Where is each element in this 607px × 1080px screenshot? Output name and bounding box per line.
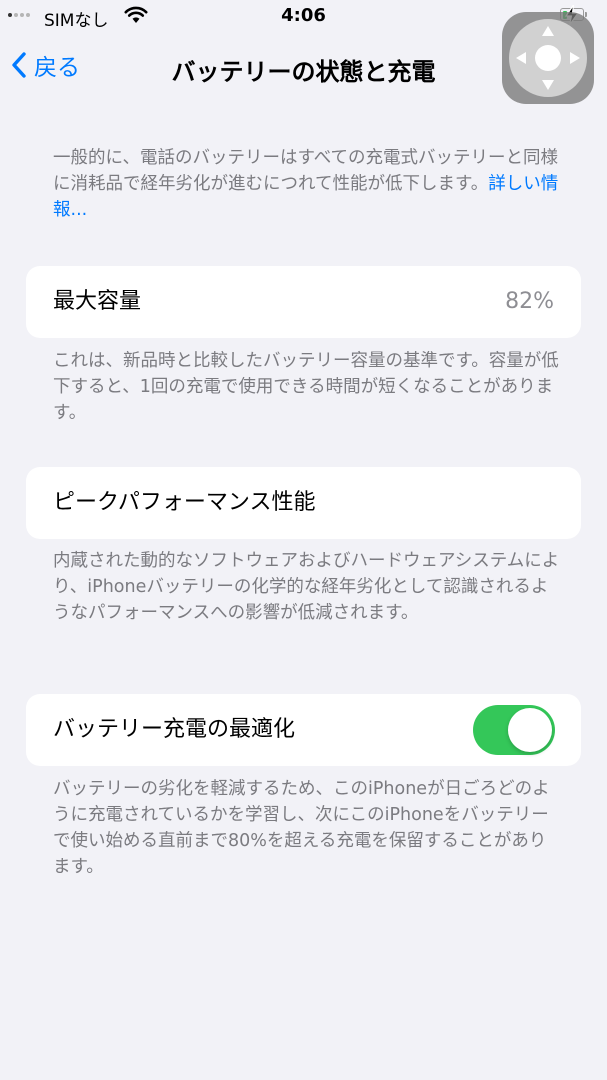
- optimized-charging-label: バッテリー充電の最適化: [53, 717, 296, 742]
- assistive-touch-icon: [509, 19, 587, 97]
- assistive-touch-button[interactable]: [502, 12, 594, 104]
- toggle-knob: [508, 708, 552, 752]
- battery-tip: [585, 12, 587, 17]
- intro-body: 一般的に、電話のバッテリーはすべての充電式バッテリーと同様に消耗品で経年劣化が進…: [53, 148, 559, 194]
- max-capacity-row: 最大容量 82%: [26, 266, 581, 338]
- intro-text: 一般的に、電話のバッテリーはすべての充電式バッテリーと同様に消耗品で経年劣化が進…: [53, 145, 563, 223]
- peak-performance-footnote: 内蔵された動的なソフトウェアおよびハードウェアシステムにより、iPhoneバッテ…: [53, 551, 560, 623]
- max-capacity-label: 最大容量: [53, 289, 142, 314]
- peak-performance-row: ピークパフォーマンス性能: [26, 467, 581, 539]
- optimized-charging-footnote: バッテリーの劣化を軽減するため、このiPhoneが日ごろどのように充電されている…: [53, 779, 550, 877]
- peak-performance-label: ピークパフォーマンス性能: [53, 490, 316, 515]
- max-capacity-footnote: これは、新品時と比較したバッテリー容量の基準です。容量が低下すると、1回の充電で…: [53, 351, 559, 423]
- optimized-charging-row: バッテリー充電の最適化: [26, 694, 581, 766]
- optimized-charging-toggle[interactable]: [473, 705, 555, 755]
- max-capacity-value: 82%: [505, 289, 554, 314]
